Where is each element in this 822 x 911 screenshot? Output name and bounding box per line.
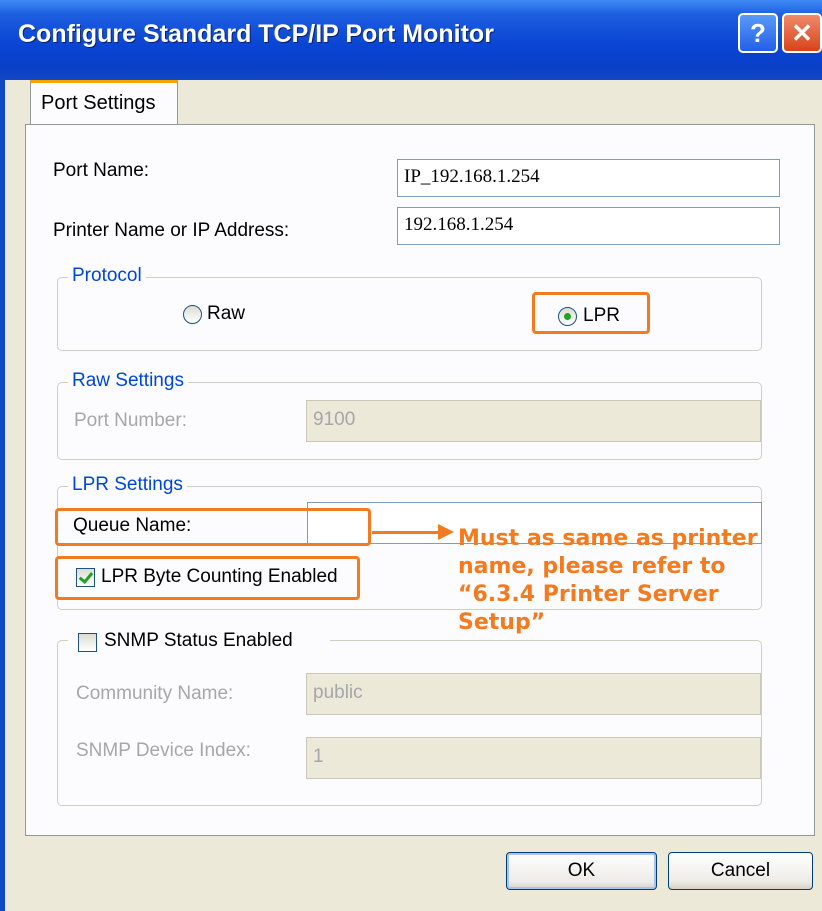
protocol-group: Protocol [57,265,762,351]
help-button[interactable]: ? [738,13,778,53]
snmp-label[interactable]: SNMP Status Enabled [104,630,293,652]
protocol-group-title: Protocol [68,265,146,287]
annotation-text: Must as same as printer name, please ref… [458,525,822,637]
window-title: Configure Standard TCP/IP Port Monitor [18,20,494,48]
tab-port-settings[interactable]: Port Settings [30,80,178,125]
annotation-arrow [372,531,440,534]
byte-counting-highlight-box [55,556,360,600]
snmp-checkbox[interactable] [78,633,97,652]
raw-radio-label[interactable]: Raw [207,303,245,325]
queue-name-highlight-box [55,508,371,546]
annotation-line: “6.3.4 Printer Server [458,582,719,607]
close-icon: ✕ [791,17,813,48]
device-index-input[interactable]: 1 [306,737,761,779]
annotation-line: Setup” [458,610,546,635]
port-name-label: Port Name: [53,160,150,181]
printer-address-label: Printer Name or IP Address: [53,220,290,241]
window-left-border [0,80,5,911]
annotation-line: name, please refer to [458,554,726,579]
dialog-window: Configure Standard TCP/IP Port Monitor ?… [0,0,822,911]
annotation-arrow-head [438,524,454,540]
title-bar[interactable]: Configure Standard TCP/IP Port Monitor ?… [0,0,822,80]
port-number-label: Port Number: [74,410,187,431]
ok-button[interactable]: OK [506,852,657,890]
close-button[interactable]: ✕ [782,13,822,53]
printer-address-input[interactable]: 192.168.1.254 [397,207,780,245]
port-name-input[interactable]: IP_192.168.1.254 [397,159,780,197]
help-icon: ? [750,17,766,48]
tab-label: Port Settings [41,92,156,114]
device-index-label: SNMP Device Index: [76,740,251,761]
lpr-highlight-box [532,292,650,334]
community-name-input[interactable]: public [306,673,761,715]
community-name-label: Community Name: [76,683,234,704]
raw-settings-title: Raw Settings [68,370,188,392]
port-number-input[interactable]: 9100 [306,400,761,442]
raw-radio[interactable] [183,305,202,324]
cancel-button[interactable]: Cancel [668,852,813,890]
lpr-settings-title: LPR Settings [68,474,187,496]
annotation-line: Must as same as printer [458,526,758,551]
snmp-group [57,640,762,806]
